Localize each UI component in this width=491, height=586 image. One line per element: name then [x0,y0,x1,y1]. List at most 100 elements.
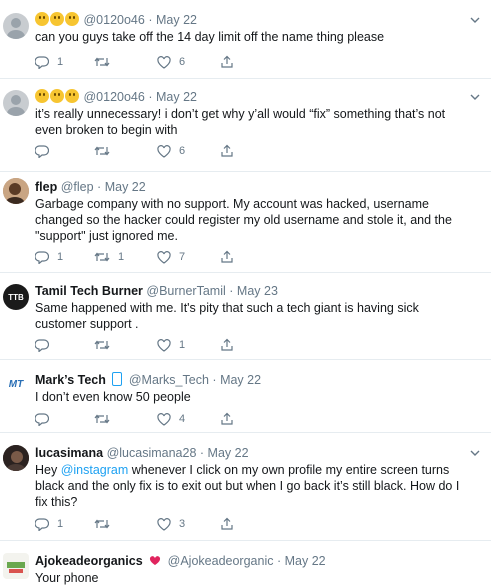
tweet[interactable]: flep @flep · May 22 Garbage company with… [0,172,491,272]
retweet-icon [94,146,110,156]
tweet-date[interactable]: May 22 [220,373,261,387]
tweet-header: Mark’s Tech @Marks_Tech · May 22 [35,372,465,388]
like-button[interactable]: 4 [157,411,185,427]
share-button[interactable] [220,54,234,70]
avatar-initials: TTB [8,292,24,302]
user-handle[interactable]: @Marks_Tech [129,373,209,387]
avatar[interactable] [3,90,29,116]
reply-icon [35,250,49,264]
user-handle[interactable]: @lucasimana28 [107,446,197,460]
retweet-button[interactable] [94,337,118,353]
share-button[interactable] [220,337,234,353]
heart-icon [157,517,171,531]
retweet-icon [94,252,110,262]
reply-button[interactable] [35,143,57,159]
reply-button[interactable]: 1 [35,54,63,70]
share-button[interactable] [220,143,234,159]
avatar[interactable] [3,553,29,579]
smile-emoji-icon [65,89,79,103]
phone-emoji-icon [112,372,123,386]
share-button[interactable] [220,411,234,427]
reply-icon [35,517,49,531]
tweet-text-part: Hey [35,463,61,477]
share-button[interactable] [220,516,234,532]
heart-icon [157,338,171,352]
user-handle[interactable]: @flep [61,180,94,194]
retweet-button[interactable] [94,411,118,427]
chevron-down-icon[interactable] [469,447,481,459]
like-button[interactable]: 6 [157,54,185,70]
mention-link[interactable]: @instagram [61,463,129,477]
avatar[interactable]: MT [3,371,29,397]
tweet-date[interactable]: May 22 [156,13,197,27]
tweet-text: Same happened with me. It's pity that su… [35,301,419,331]
tweet-text: it’s really unnecessary! i don’t get why… [35,107,446,137]
reply-button[interactable] [35,337,57,353]
hearts-emoji-icon [150,556,161,565]
retweet-button[interactable]: 1 [94,249,124,265]
retweet-button[interactable] [94,143,118,159]
reply-count: 1 [57,56,64,68]
reply-icon [35,412,49,426]
tweet[interactable]: Ajokeadeorganics @Ajokeadeorganic · May … [0,541,491,585]
tweet-date[interactable]: May 22 [156,90,197,104]
tweet[interactable]: lucasimana @lucasimana28 · May 22 Hey @i… [0,433,491,539]
like-count: 6 [179,56,186,68]
user-name[interactable]: Ajokeadeorganics [35,554,143,568]
avatar[interactable]: TTB [3,284,29,310]
chevron-down-icon[interactable] [469,91,481,103]
tweet-header: @0120o46 · May 22 [35,89,465,105]
like-button[interactable]: 3 [157,516,185,532]
user-handle[interactable]: @Ajokeadeorganic [168,554,274,568]
user-name[interactable]: lucasimana [35,446,103,460]
user-name[interactable]: Mark’s Tech [35,373,106,387]
user-handle[interactable]: @BurnerTamil [146,284,225,298]
retweet-button[interactable] [94,516,118,532]
tweet-text: Hey @instagram whenever I click on my ow… [35,462,465,510]
tweet-date[interactable]: May 23 [237,284,278,298]
retweet-button[interactable] [94,54,118,70]
share-button[interactable] [220,249,234,265]
tweet-header: flep @flep · May 22 [35,179,465,195]
heart-icon [157,144,171,158]
smile-emoji-icon [50,12,64,26]
reply-icon [35,144,49,158]
share-icon [221,250,233,263]
tweet-text: Garbage company with no support. My acco… [35,197,452,243]
like-button[interactable]: 1 [157,337,185,353]
share-icon [221,338,233,351]
avatar[interactable] [3,445,29,471]
user-name[interactable]: flep [35,180,57,194]
reply-button[interactable]: 1 [35,249,63,265]
smile-emoji-icon [50,89,64,103]
smile-emoji-icon [35,89,49,103]
smile-emoji-icon [65,12,79,26]
share-icon [221,55,233,68]
tweet-header: Ajokeadeorganics @Ajokeadeorganic · May … [35,553,465,569]
separator: · [148,90,153,104]
avatar[interactable] [3,178,29,204]
reply-button[interactable] [35,411,57,427]
avatar[interactable] [3,13,29,39]
tweet[interactable]: @0120o46 · May 22 it’s really unnecessar… [0,79,491,171]
tweet-date[interactable]: May 22 [208,446,249,460]
tweet[interactable]: @0120o46 · May 22 can you guys take off … [0,0,491,78]
chevron-down-icon[interactable] [469,14,481,26]
like-count: 7 [179,251,186,263]
tweet-date[interactable]: May 22 [285,554,326,568]
like-count: 6 [179,145,186,157]
share-icon [221,517,233,530]
user-handle[interactable]: @0120o46 [83,90,144,104]
like-button[interactable]: 7 [157,249,185,265]
share-icon [221,144,233,157]
tweet[interactable]: MT Mark’s Tech @Marks_Tech · May 22 I do… [0,360,491,432]
separator: · [199,446,205,460]
like-button[interactable]: 6 [157,143,185,159]
tweet-date[interactable]: May 22 [105,180,146,194]
user-name[interactable]: Tamil Tech Burner [35,284,143,298]
tweet[interactable]: TTB Tamil Tech Burner @BurnerTamil · May… [0,273,491,359]
reply-button[interactable]: 1 [35,516,63,532]
user-handle[interactable]: @0120o46 [83,13,144,27]
share-icon [221,412,233,425]
reply-icon [35,55,49,69]
